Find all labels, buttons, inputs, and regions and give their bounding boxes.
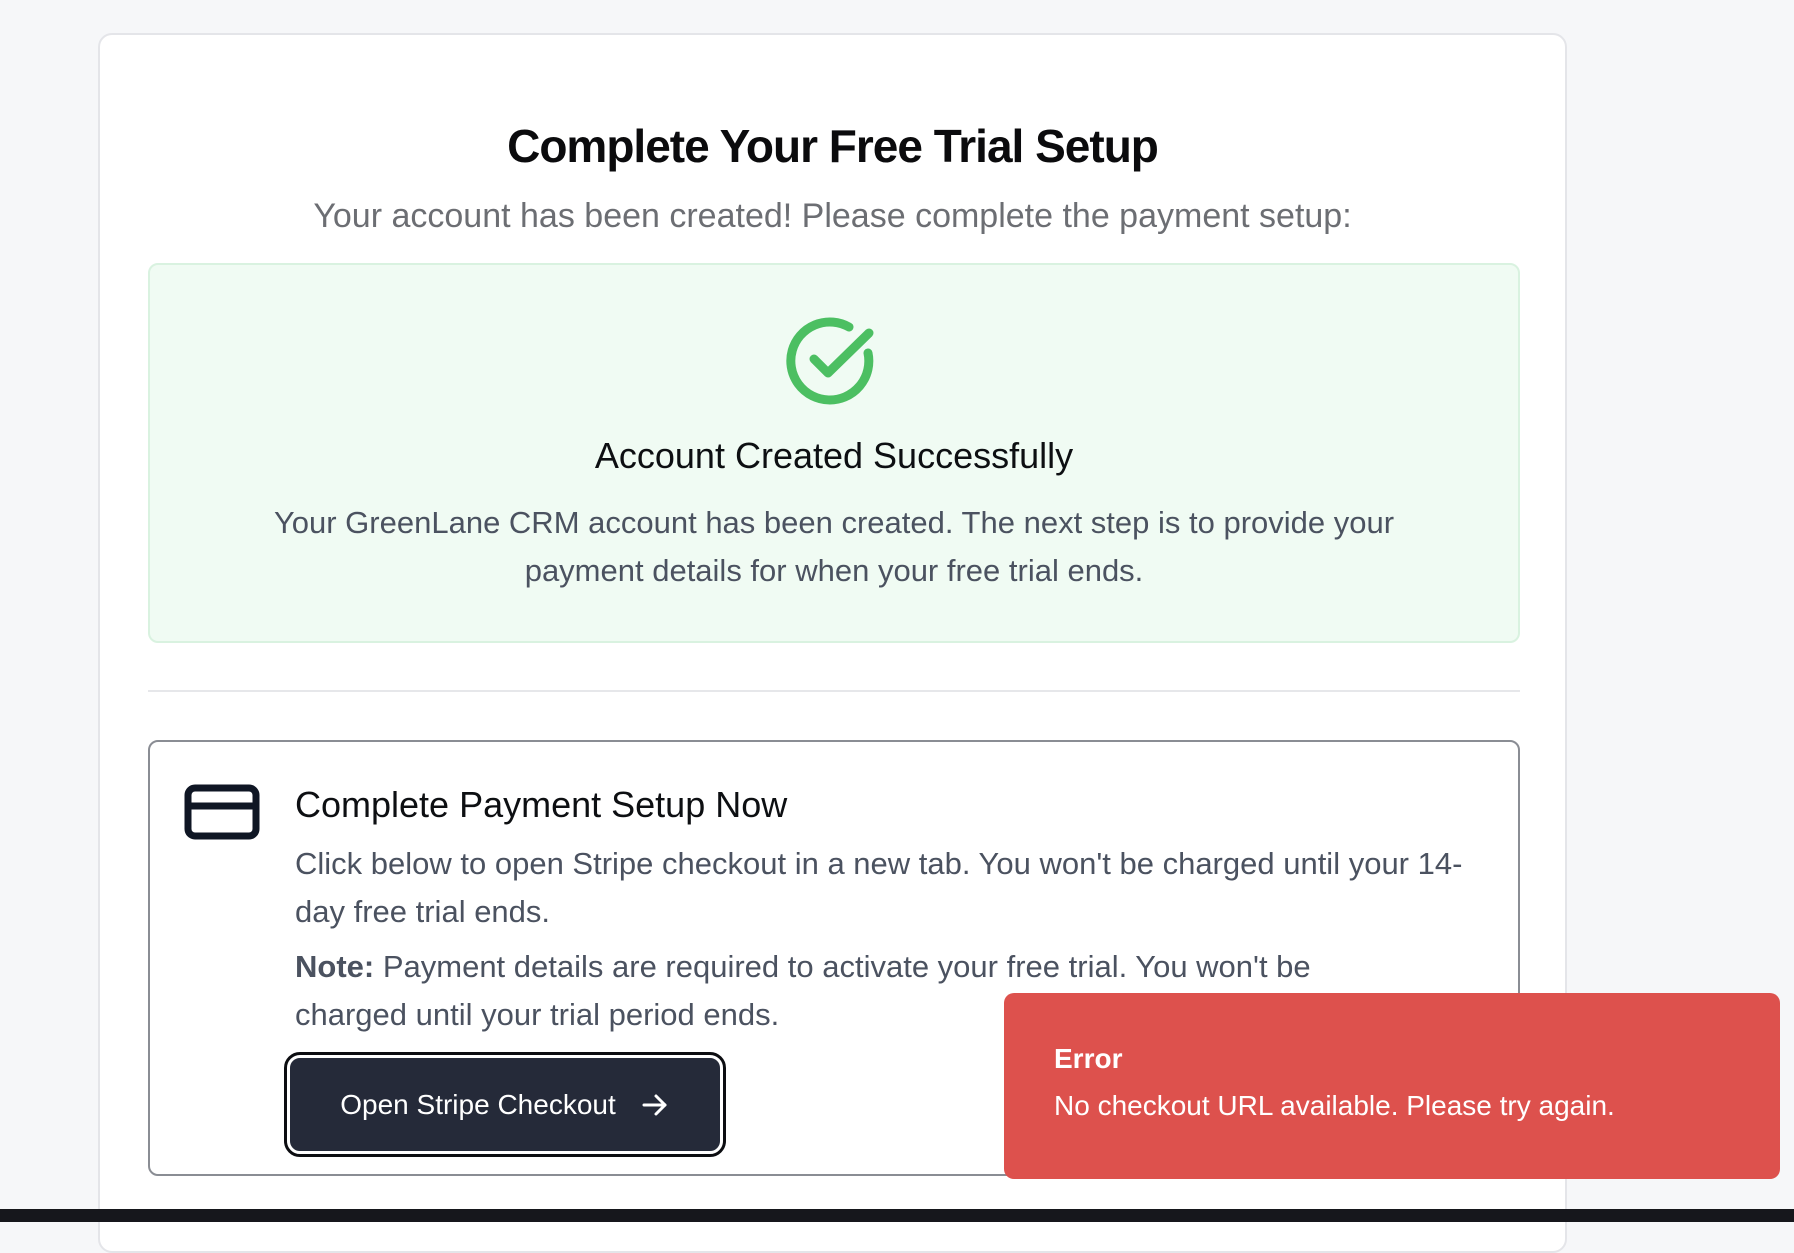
success-title: Account Created Successfully	[594, 435, 1074, 476]
success-description: Your GreenLane CRM account has been crea…	[273, 505, 1395, 588]
divider	[148, 690, 1520, 692]
payment-title: Complete Payment Setup Now	[295, 784, 788, 825]
toast-title: Error	[1054, 1043, 1123, 1074]
payment-description: Click below to open Stripe checkout in a…	[295, 846, 1463, 929]
bottom-bar	[0, 1209, 1794, 1222]
note-label: Note:	[295, 949, 375, 984]
checkout-button-label: Open Stripe Checkout	[340, 1088, 616, 1120]
success-panel: Account Created Successfully Your GreenL…	[148, 263, 1520, 643]
arrow-right-icon	[642, 1094, 667, 1115]
page-subtitle: Your account has been created! Please co…	[313, 197, 1352, 235]
open-stripe-checkout-button[interactable]: Open Stripe Checkout	[284, 1052, 726, 1157]
credit-card-icon	[184, 784, 260, 840]
toast-message: No checkout URL available. Please try ag…	[1054, 1090, 1615, 1121]
error-toast[interactable]: Error No checkout URL available. Please …	[1004, 993, 1780, 1179]
check-circle-icon	[786, 317, 874, 405]
page-title: Complete Your Free Trial Setup	[507, 120, 1159, 172]
